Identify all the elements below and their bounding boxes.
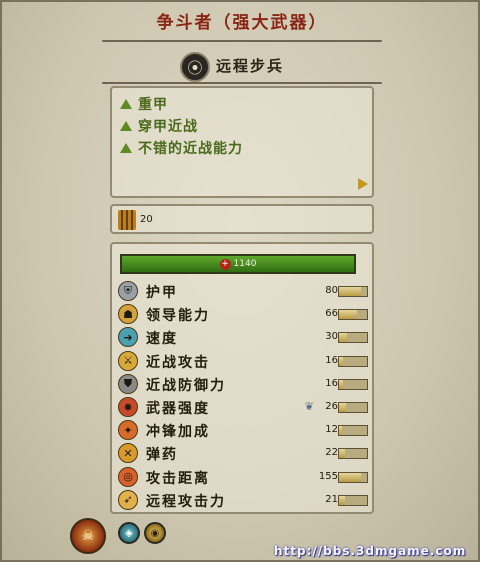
speed-icon: ➜ bbox=[118, 327, 138, 348]
stat-label: 弹药 bbox=[146, 447, 178, 464]
stat-row: ⛨ 护甲 80 bbox=[116, 280, 372, 302]
armor-icon: ⛨ bbox=[118, 281, 138, 301]
stat-bar-fill bbox=[339, 403, 347, 412]
stat-value: 155 bbox=[318, 470, 338, 482]
stat-value: 80 bbox=[325, 285, 338, 296]
stat-label: 攻击距离 bbox=[146, 470, 210, 487]
arrows-quiver-icon bbox=[118, 210, 136, 230]
stat-bar bbox=[338, 309, 368, 321]
ammunition-icon: ✕ bbox=[118, 443, 138, 464]
arrow-right-icon[interactable] bbox=[358, 178, 368, 190]
stat-bar-fill bbox=[339, 310, 358, 320]
stat-value: 21 bbox=[325, 493, 338, 505]
stat-bar bbox=[338, 425, 368, 437]
health-bar[interactable]: + 1140 bbox=[120, 254, 356, 274]
stat-value: 22 bbox=[325, 447, 338, 459]
stat-row: ➜ 速度 30 bbox=[116, 326, 372, 348]
stat-bar bbox=[338, 332, 368, 344]
trait-label: 重甲 bbox=[138, 97, 168, 113]
stat-label: 护甲 bbox=[146, 285, 178, 301]
stat-bar bbox=[338, 471, 368, 483]
plus-icon: + bbox=[219, 258, 231, 270]
stat-label: 武器强度 bbox=[146, 401, 210, 417]
stat-label: 冲锋加成 bbox=[146, 424, 210, 441]
stats-panel: + 1140 ⛨ 护甲 80 ☗ 领导能力 66 ➜ 速度 30 ⚔ 近战攻击 16 ⛊ 近战防御力 16 ✸… bbox=[110, 242, 374, 514]
stat-label: 速度 bbox=[146, 331, 178, 348]
unit-portrait-button[interactable]: ☠ bbox=[70, 518, 106, 554]
stat-row: ➶ 远程攻击力 21 bbox=[116, 489, 372, 511]
weapon-strength-icon: ✸ bbox=[118, 397, 138, 417]
stat-bar-fill bbox=[339, 356, 344, 366]
stat-bar-fill bbox=[339, 472, 361, 482]
charge-bonus-icon: ✦ bbox=[118, 420, 138, 441]
stat-bar-fill bbox=[339, 333, 348, 343]
trait-label: 不错的近战能力 bbox=[138, 141, 243, 157]
stat-bar bbox=[338, 448, 368, 460]
stat-label: 领导能力 bbox=[146, 308, 210, 325]
stat-value: 12 bbox=[325, 424, 338, 436]
watermark: http://bbs.3dmgame.com bbox=[274, 544, 467, 558]
stat-row: ⚔ 近战攻击 16 bbox=[116, 350, 372, 372]
stat-bar bbox=[338, 355, 368, 367]
ability-button[interactable]: ◈ bbox=[118, 522, 140, 544]
stat-row: ✕ 弹药 22 bbox=[116, 442, 372, 464]
melee-defence-icon: ⛊ bbox=[118, 373, 138, 394]
eye-icon: ◉ bbox=[150, 527, 160, 539]
stat-row: ⛊ 近战防御力 16 bbox=[116, 373, 372, 395]
stat-bar-fill bbox=[339, 379, 344, 389]
stat-value: 26 bbox=[325, 401, 338, 412]
bonus-bird-icon: ❦ bbox=[304, 400, 314, 413]
trait-item: 重甲 bbox=[120, 94, 168, 114]
stat-bar bbox=[338, 402, 368, 413]
health-value: 1140 bbox=[233, 259, 257, 269]
triangle-up-icon bbox=[120, 143, 132, 153]
unit-name: 远程步兵 bbox=[216, 57, 285, 75]
stat-bar bbox=[338, 378, 368, 390]
stat-value: 30 bbox=[325, 331, 338, 343]
view-button[interactable]: ◉ bbox=[144, 522, 166, 544]
trait-item: 不错的近战能力 bbox=[120, 138, 243, 158]
stat-row: ✸ 武器强度 ❦ 26 bbox=[116, 396, 372, 418]
missile-damage-icon: ➶ bbox=[118, 489, 138, 510]
stat-bar-fill bbox=[339, 287, 362, 296]
portrait-icon: ☠ bbox=[81, 528, 95, 544]
stat-value: 16 bbox=[325, 377, 338, 389]
stat-label: 近战防御力 bbox=[146, 377, 226, 394]
leadership-icon: ☗ bbox=[118, 304, 138, 325]
triangle-up-icon bbox=[120, 99, 132, 109]
melee-attack-icon: ⚔ bbox=[118, 350, 138, 371]
stat-bar-fill bbox=[339, 426, 343, 436]
stat-bar bbox=[338, 494, 368, 506]
shield-ability-icon: ◈ bbox=[125, 527, 133, 539]
traits-panel: 重甲 穿甲近战 不错的近战能力 bbox=[110, 86, 374, 198]
unit-divider bbox=[102, 82, 382, 84]
triangle-up-icon bbox=[120, 121, 132, 131]
stat-label: 近战攻击 bbox=[146, 354, 210, 371]
stat-value: 66 bbox=[325, 308, 338, 320]
range-icon: ◎ bbox=[118, 466, 138, 487]
title-divider bbox=[102, 40, 382, 42]
ammo-value: 20 bbox=[140, 214, 153, 225]
stat-bar bbox=[338, 286, 368, 297]
stat-label: 远程攻击力 bbox=[146, 493, 226, 510]
stat-row: ◎ 攻击距离 155 bbox=[116, 466, 372, 488]
ammo-panel: 20 bbox=[110, 204, 374, 234]
window-title: 争斗者（强大武器） bbox=[156, 13, 328, 33]
stat-bar-fill bbox=[339, 495, 345, 505]
stat-value: 16 bbox=[325, 354, 338, 366]
stat-row: ☗ 领导能力 66 bbox=[116, 303, 372, 325]
stat-row: ✦ 冲锋加成 12 bbox=[116, 419, 372, 441]
unit-info-panel: 争斗者（强大武器） ⦿ 远程步兵 重甲 穿甲近战 不错的近战能力 20 + 11… bbox=[0, 0, 480, 562]
stat-bar-fill bbox=[339, 449, 346, 459]
trait-label: 穿甲近战 bbox=[138, 119, 198, 135]
trait-item: 穿甲近战 bbox=[120, 116, 198, 136]
unit-type-icon: ⦿ bbox=[180, 52, 210, 82]
